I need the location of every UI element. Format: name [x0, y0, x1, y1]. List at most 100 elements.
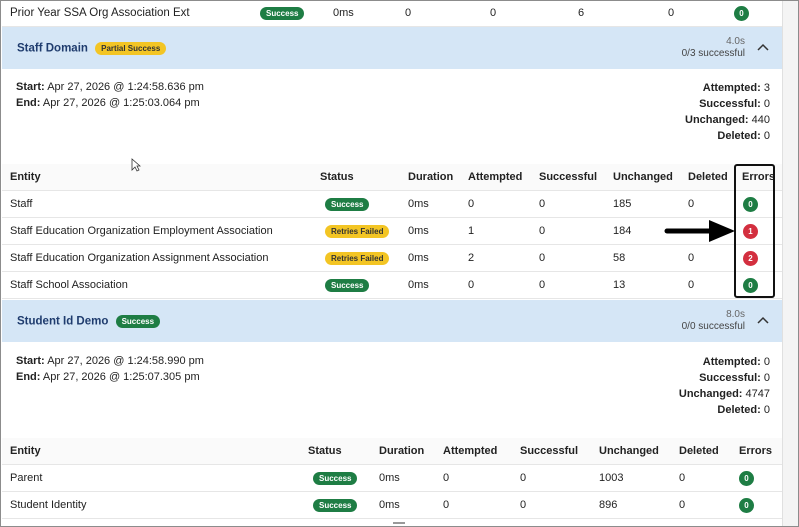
- duration-value: 0ms: [379, 472, 400, 484]
- entity-name: Student Identity: [10, 499, 87, 511]
- attempted-value: 0: [443, 472, 450, 484]
- chevron-up-icon[interactable]: [757, 42, 769, 52]
- unchanged-total: 4747: [745, 388, 770, 400]
- start-label: Start:: [16, 81, 45, 93]
- status-badge: Retries Failed: [325, 251, 390, 265]
- attempted-value: 1: [468, 225, 475, 237]
- unchanged-value: 58: [613, 252, 626, 264]
- table-row[interactable]: Staff School Association Success 0ms 0 0…: [2, 272, 783, 299]
- successful-label: Successful:: [699, 372, 761, 384]
- attempted-value: 0: [468, 279, 475, 291]
- group-duration: 4.0s 0/3 successful: [682, 36, 745, 60]
- successful-value: 0: [539, 198, 546, 210]
- successful-total: 0: [763, 98, 770, 110]
- table-row[interactable]: Parent Success 0ms 0 0 1003 0 0: [2, 465, 783, 492]
- table-row[interactable]: Student Identity Success 0ms 0 0 896 0 0: [2, 492, 783, 519]
- successful-value: 0: [520, 499, 527, 511]
- column-header-attempted[interactable]: Attempted: [468, 164, 522, 190]
- column-header-duration[interactable]: Duration: [379, 438, 424, 464]
- group-header-student-id-demo[interactable]: Student Id Demo Success 8.0s 0/0 success…: [2, 300, 783, 342]
- unchanged-value: 184: [613, 225, 632, 237]
- table-row[interactable]: Staff Education Organization Assignment …: [2, 245, 783, 272]
- successful-label: Successful:: [699, 98, 761, 110]
- status-badge: Success: [325, 197, 370, 211]
- status-badge: Success: [260, 6, 305, 20]
- chevron-up-icon[interactable]: [757, 315, 769, 325]
- attempted-label: Attempted:: [702, 82, 761, 94]
- column-header-attempted[interactable]: Attempted: [443, 438, 497, 464]
- status-badge: Partial Success: [95, 42, 167, 55]
- column-header-entity[interactable]: Entity: [10, 164, 41, 190]
- deleted-value: 0: [688, 252, 695, 264]
- group-stats: Attempted: 3 Successful: 0 Unchanged: 44…: [685, 80, 770, 144]
- unchanged-value: 896: [599, 499, 618, 511]
- column-header-duration[interactable]: Duration: [408, 164, 453, 190]
- status-badge: Retries Failed: [325, 224, 390, 238]
- duration-value: 0ms: [333, 7, 354, 19]
- column-header-deleted[interactable]: Deleted: [679, 438, 719, 464]
- successful-value: 0: [520, 472, 527, 484]
- column-header-unchanged[interactable]: Unchanged: [613, 164, 673, 190]
- vertical-scrollbar[interactable]: [782, 1, 798, 526]
- status-badge: Success: [115, 315, 161, 328]
- deleted-value: 0: [688, 279, 695, 291]
- job-results-panel: Prior Year SSA Org Association Ext Succe…: [0, 0, 799, 527]
- deleted-label: Deleted:: [717, 404, 761, 416]
- column-header-entity[interactable]: Entity: [10, 438, 41, 464]
- start-time: Apr 27, 2026 @ 1:24:58.990 pm: [47, 355, 204, 367]
- table-header: Entity Status Duration Attempted Success…: [2, 164, 783, 191]
- duration-value: 0ms: [408, 198, 429, 210]
- column-header-deleted[interactable]: Deleted: [688, 164, 728, 190]
- mouse-cursor-icon: [131, 158, 141, 172]
- table-header: Entity Status Duration Attempted Success…: [2, 438, 783, 465]
- deleted-total: 0: [763, 130, 770, 142]
- end-label: End:: [16, 97, 41, 109]
- status-badge: Success: [325, 278, 370, 292]
- deleted-value: 0: [679, 499, 686, 511]
- column-header-errors[interactable]: Errors: [739, 438, 772, 464]
- group-timing: Start: Apr 27, 2026 @ 1:24:58.636 pm End…: [16, 79, 204, 111]
- unchanged-value: 13: [613, 279, 626, 291]
- unchanged-value: 185: [613, 198, 632, 210]
- duration-value: 0ms: [408, 252, 429, 264]
- attempted-value: 2: [468, 252, 475, 264]
- group-stats: Attempted: 0 Successful: 0 Unchanged: 47…: [679, 354, 770, 418]
- entity-name: Staff: [10, 198, 33, 210]
- entity-name: Prior Year SSA Org Association Ext: [10, 7, 190, 19]
- start-time: Apr 27, 2026 @ 1:24:58.636 pm: [47, 81, 204, 93]
- attempted-value: 0: [443, 499, 450, 511]
- column-header-successful[interactable]: Successful: [520, 438, 578, 464]
- error-count-badge: 0: [739, 497, 754, 513]
- successful-value: 0: [539, 225, 546, 237]
- unchanged-label: Unchanged:: [678, 388, 743, 400]
- successful-value: 0: [490, 7, 497, 19]
- end-time: Apr 27, 2026 @ 1:25:07.305 pm: [42, 371, 200, 383]
- unchanged-value: 1003: [599, 472, 624, 484]
- resize-handle[interactable]: [393, 522, 405, 524]
- deleted-value: 0: [668, 7, 675, 19]
- duration-text: 8.0s: [726, 309, 745, 320]
- column-header-unchanged[interactable]: Unchanged: [599, 438, 659, 464]
- column-header-successful[interactable]: Successful: [539, 164, 597, 190]
- attempted-label: Attempted:: [702, 356, 761, 368]
- duration-value: 0ms: [379, 499, 400, 511]
- end-label: End:: [16, 371, 41, 383]
- column-header-status[interactable]: Status: [320, 164, 354, 190]
- table-row[interactable]: Staff Success 0ms 0 0 185 0 0: [2, 191, 783, 218]
- deleted-label: Deleted:: [717, 130, 761, 142]
- attempted-total: 0: [763, 356, 770, 368]
- table-row: Prior Year SSA Org Association Ext Succe…: [2, 1, 783, 27]
- deleted-value: 0: [688, 198, 695, 210]
- column-header-status[interactable]: Status: [308, 438, 342, 464]
- duration-text: 4.0s: [726, 36, 745, 47]
- deleted-value: 0: [679, 472, 686, 484]
- error-count-badge: 0: [734, 5, 749, 21]
- group-header-staff-domain[interactable]: Staff Domain Partial Success 4.0s 0/3 su…: [2, 27, 783, 69]
- entity-name: Staff Education Organization Assignment …: [10, 252, 269, 264]
- successful-value: 0: [539, 252, 546, 264]
- unchanged-label: Unchanged:: [685, 114, 749, 126]
- success-summary: 0/0 successful: [681, 321, 745, 332]
- deleted-total: 0: [763, 404, 770, 416]
- group-duration: 8.0s 0/0 successful: [682, 309, 745, 333]
- success-summary: 0/3 successful: [681, 48, 745, 59]
